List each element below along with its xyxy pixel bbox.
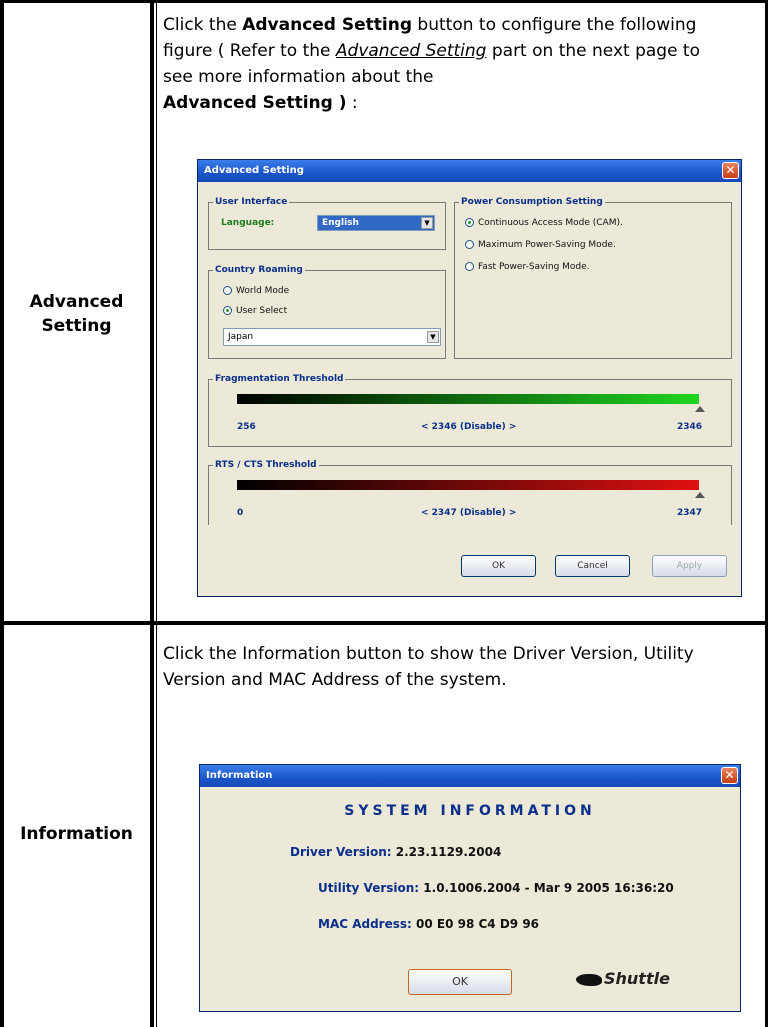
- driver-version-value: 2.23.1129.2004: [395, 845, 502, 859]
- row-label-line2: Setting: [41, 316, 112, 336]
- information-window: Information ✕ SYSTEM INFORMATION Driver …: [199, 764, 741, 1012]
- radio-selected-icon: [465, 218, 474, 227]
- apply-button[interactable]: Apply: [652, 555, 727, 577]
- power-consumption-group: Power Consumption Setting Continuous Acc…: [454, 196, 732, 359]
- information-description: Click the Information button to show the…: [163, 644, 694, 690]
- table-top-border: [0, 0, 768, 3]
- window-titlebar: Information ✕: [200, 765, 740, 787]
- utility-version-value: 1.0.1006.2004 - Mar 9 2005 16:36:20: [423, 881, 674, 895]
- advanced-setting-link[interactable]: Advanced Setting: [336, 41, 487, 61]
- desc-bold: Advanced Setting ): [163, 93, 347, 113]
- radio-icon: [223, 286, 232, 295]
- system-information-heading: SYSTEM INFORMATION: [344, 803, 596, 819]
- user-interface-group: User Interface Language: English ▼: [208, 196, 446, 250]
- radio-cam[interactable]: Continuous Access Mode (CAM).: [465, 217, 623, 229]
- table-left-border: [0, 0, 4, 1027]
- ok-button[interactable]: OK: [461, 555, 536, 577]
- cancel-button[interactable]: Cancel: [555, 555, 630, 577]
- rts-min: 0: [237, 508, 244, 518]
- row-label-information: Information: [20, 824, 133, 844]
- window-title: Information: [206, 770, 273, 781]
- radio-label: Fast Power-Saving Mode.: [478, 262, 590, 272]
- ok-button[interactable]: OK: [408, 969, 512, 995]
- shuttle-logo-text: Shuttle: [604, 969, 670, 988]
- radio-label: Continuous Access Mode (CAM).: [478, 218, 623, 228]
- utility-version-label: Utility Version:: [318, 881, 420, 895]
- group-label: RTS / CTS Threshold: [213, 459, 319, 471]
- group-label: Country Roaming: [213, 264, 305, 276]
- radio-max-power-saving[interactable]: Maximum Power-Saving Mode.: [465, 239, 616, 251]
- table-row-separator: [0, 621, 768, 625]
- language-select[interactable]: English ▼: [317, 215, 435, 231]
- radio-world-mode[interactable]: World Mode: [223, 285, 289, 297]
- shuttle-logo: Shuttle: [576, 969, 670, 988]
- rts-cts-group: RTS / CTS Threshold 0 < 2347 (Disable) >…: [208, 459, 732, 525]
- row-label-line1: Advanced: [29, 292, 124, 312]
- fragmentation-slider-thumb[interactable]: [695, 406, 705, 412]
- radio-label: User Select: [236, 306, 288, 316]
- shuttle-logo-icon: [576, 973, 602, 986]
- radio-icon: [465, 262, 474, 271]
- radio-label: World Mode: [236, 286, 290, 296]
- desc-bold: Advanced Setting: [242, 15, 413, 35]
- close-button[interactable]: ✕: [722, 162, 739, 179]
- advanced-description: Click the Advanced Setting button to con…: [163, 12, 723, 116]
- language-label: Language:: [221, 218, 275, 228]
- country-roaming-group: Country Roaming World Mode User Select J…: [208, 264, 446, 359]
- rts-max: 2347: [677, 508, 703, 518]
- utility-version-row: Utility Version: 1.0.1006.2004 - Mar 9 2…: [318, 881, 674, 895]
- rts-slider-track[interactable]: [237, 480, 699, 490]
- row-label-advanced-setting: Advanced Setting: [0, 290, 153, 338]
- chevron-down-icon: ▼: [421, 217, 433, 229]
- window-title: Advanced Setting: [204, 165, 304, 176]
- driver-version-row: Driver Version: 2.23.1129.2004: [290, 845, 501, 859]
- language-value: English: [322, 218, 359, 228]
- fragmentation-center: < 2346 (Disable) >: [421, 422, 517, 432]
- close-button[interactable]: ✕: [721, 767, 738, 784]
- desc-text: :: [346, 93, 358, 113]
- fragmentation-max: 2346: [677, 422, 703, 432]
- chevron-down-icon: ▼: [427, 331, 439, 343]
- radio-user-select[interactable]: User Select: [223, 305, 287, 317]
- fragmentation-min: 256: [237, 422, 256, 432]
- radio-fast-power-saving[interactable]: Fast Power-Saving Mode.: [465, 261, 590, 273]
- mac-address-row: MAC Address: 00 E0 98 C4 D9 96: [318, 917, 539, 931]
- radio-label: Maximum Power-Saving Mode.: [478, 240, 616, 250]
- country-value: Japan: [228, 332, 254, 342]
- table-divider-inner: [156, 0, 157, 1027]
- table-divider: [150, 0, 154, 1027]
- radio-selected-icon: [223, 306, 232, 315]
- advanced-setting-window: Advanced Setting ✕ User Interface Langua…: [197, 159, 742, 597]
- fragmentation-group: Fragmentation Threshold 256 < 2346 (Disa…: [208, 373, 732, 447]
- rts-slider-thumb[interactable]: [695, 492, 705, 498]
- group-label: Power Consumption Setting: [459, 196, 605, 208]
- group-label: User Interface: [213, 196, 290, 208]
- group-label: Fragmentation Threshold: [213, 373, 346, 385]
- window-titlebar: Advanced Setting ✕: [198, 160, 741, 182]
- country-select[interactable]: Japan ▼: [223, 328, 441, 346]
- mac-address-value: 00 E0 98 C4 D9 96: [416, 917, 540, 931]
- desc-text: Click the: [163, 15, 243, 35]
- radio-icon: [465, 240, 474, 249]
- mac-address-label: MAC Address:: [318, 917, 412, 931]
- fragmentation-slider-track[interactable]: [237, 394, 699, 404]
- rts-center: < 2347 (Disable) >: [421, 508, 517, 518]
- driver-version-label: Driver Version:: [290, 845, 392, 859]
